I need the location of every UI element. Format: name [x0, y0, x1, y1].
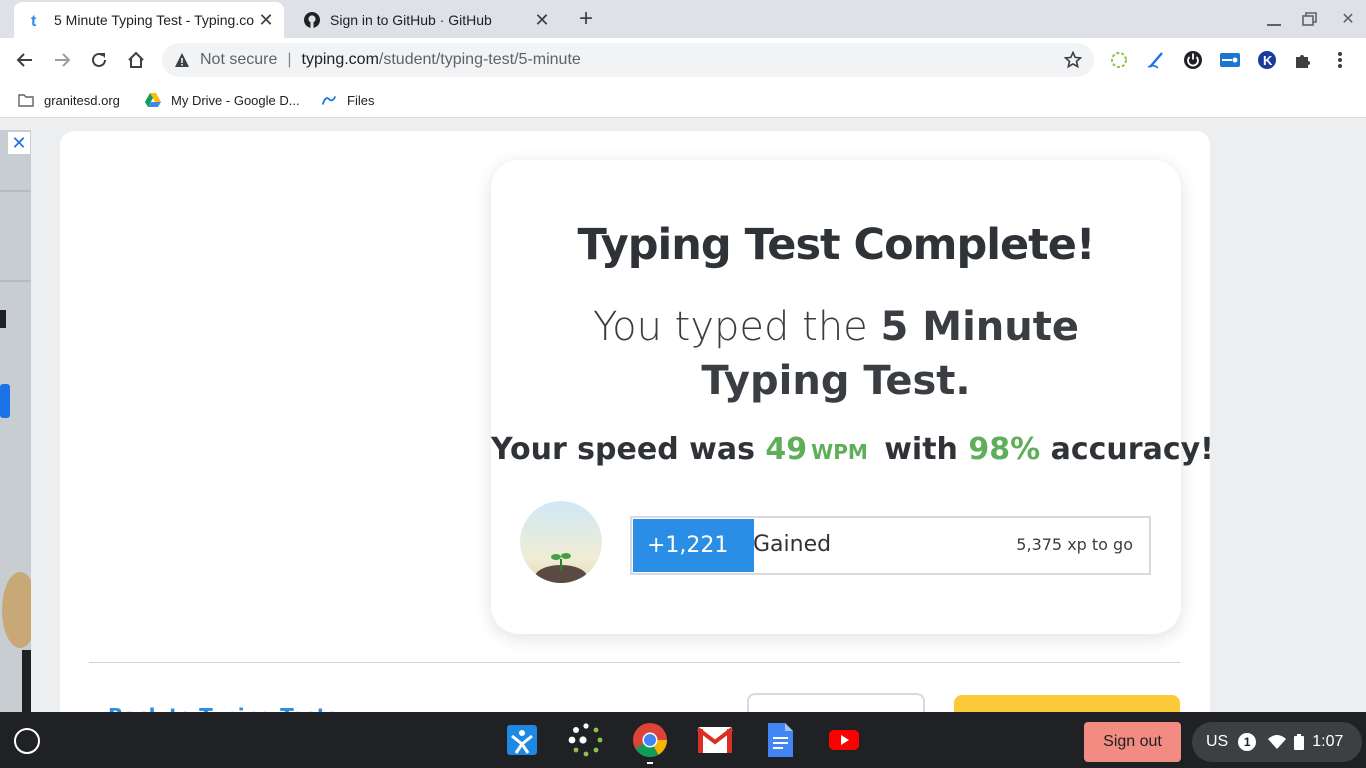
reload-icon[interactable]	[85, 46, 113, 74]
browser-menu-icon[interactable]	[1328, 48, 1352, 72]
forward-arrow-icon[interactable]	[48, 46, 76, 74]
bookmark-files[interactable]: Files	[321, 89, 374, 111]
os-shelf: Sign out US 1 1:07	[0, 712, 1366, 768]
close-window-icon[interactable]: ✕	[1336, 8, 1360, 32]
tab-title: Sign in to GitHub · GitHub	[330, 12, 492, 28]
security-status[interactable]: Not secure	[200, 51, 277, 69]
tab-github[interactable]: Sign in to GitHub · GitHub ✕	[290, 2, 560, 38]
url-path: /student/typing-test/5-minute	[378, 51, 581, 68]
section-divider	[89, 662, 1180, 663]
folder-icon	[18, 92, 34, 108]
minimize-icon[interactable]	[1262, 8, 1286, 32]
result-card: Typing Test Complete! You typed the 5 Mi…	[491, 160, 1214, 634]
close-tab-icon[interactable]: ✕	[254, 8, 278, 32]
google-drive-icon	[145, 92, 161, 108]
bookmark-granitesd[interactable]: granitesd.org	[18, 89, 120, 111]
restore-icon[interactable]	[1298, 8, 1322, 32]
extension-pen-icon[interactable]	[1144, 48, 1168, 72]
url-host: typing.com	[301, 51, 379, 68]
clock-time: 1:07	[1312, 733, 1344, 750]
warning-triangle-icon[interactable]	[174, 52, 190, 68]
result-title: Typing Test Complete!	[577, 220, 1096, 270]
bookmark-label: granitesd.org	[44, 92, 120, 108]
tab-title: 5 Minute Typing Test - Typing.com	[54, 12, 254, 28]
speed-summary: Your speed was 49 WPM with 98% accuracy!	[491, 432, 1214, 467]
xp-progress-fill: +1,221 XP	[633, 519, 754, 611]
level-avatar	[520, 501, 602, 583]
xp-gained-value: +1,221 XP	[647, 533, 729, 611]
sign-out-button[interactable]: Sign out	[1084, 722, 1181, 762]
extension-green-icon[interactable]	[1107, 48, 1131, 72]
chrome-icon[interactable]	[632, 722, 668, 758]
github-icon	[304, 12, 320, 28]
xp-gained-label: Gained	[753, 532, 832, 557]
tab-strip: t 5 Minute Typing Test - Typing.com ✕ Si…	[0, 0, 1366, 38]
extension-k-icon[interactable]: K	[1255, 48, 1279, 72]
xodo-icon[interactable]	[504, 722, 540, 758]
typed-test-line: You typed the 5 Minute Typing Test.	[521, 300, 1151, 408]
back-arrow-icon[interactable]	[11, 46, 39, 74]
speed-mid: with	[873, 432, 969, 467]
close-tab-icon[interactable]: ✕	[530, 8, 554, 32]
bookmark-my-drive[interactable]: My Drive - Google D...	[145, 89, 300, 111]
notification-count: 1	[1238, 733, 1257, 751]
wpm-value: 49	[765, 432, 808, 467]
svg-text:K: K	[1263, 53, 1273, 68]
battery-icon	[1294, 734, 1305, 750]
side-advertisement[interactable]	[0, 130, 38, 712]
youtube-icon[interactable]	[826, 722, 862, 758]
extensions-puzzle-icon[interactable]	[1291, 48, 1315, 72]
new-tab-button[interactable]: +	[572, 6, 600, 34]
launcher-circle-icon[interactable]	[14, 728, 40, 754]
files-icon	[321, 92, 337, 108]
typed-prefix: You typed the	[593, 304, 881, 350]
browser-toolbar: Not secure | typing.com/student/typing-t…	[0, 38, 1366, 82]
extension-card-icon[interactable]	[1218, 48, 1242, 72]
secondary-button[interactable]	[747, 693, 925, 712]
gmail-icon[interactable]	[697, 722, 733, 758]
tab-typing-test[interactable]: t 5 Minute Typing Test - Typing.com ✕	[14, 2, 284, 38]
google-docs-icon[interactable]	[762, 722, 798, 758]
primary-button[interactable]	[954, 695, 1180, 712]
loading-dots-icon[interactable]	[568, 722, 604, 758]
address-bar[interactable]: Not secure | typing.com/student/typing-t…	[162, 43, 1094, 77]
accuracy-value: 98%	[968, 432, 1041, 467]
status-tray[interactable]: US 1 1:07	[1192, 722, 1362, 762]
typing-t-icon: t	[28, 12, 44, 28]
url-separator: |	[287, 51, 292, 68]
home-icon[interactable]	[122, 46, 150, 74]
keyboard-layout: US	[1206, 733, 1229, 750]
power-icon[interactable]	[1181, 48, 1205, 72]
bookmark-label: My Drive - Google D...	[171, 92, 300, 108]
bookmark-star-icon[interactable]	[1062, 49, 1084, 71]
xp-progress-bar: +1,221 XP Gained 5,375 xp to go	[630, 516, 1151, 611]
speed-suffix: accuracy!	[1040, 432, 1214, 467]
xp-to-go: 5,375 xp to go	[1016, 535, 1133, 554]
back-to-tests-link[interactable]: Back to Typing Tests	[108, 704, 338, 712]
close-ad-icon[interactable]: ✕	[8, 132, 30, 154]
page-content: ✕ Typing Test Complete! You typed the 5 …	[0, 118, 1366, 712]
bookmarks-bar: granitesd.org My Drive - Google D... Fil…	[0, 82, 1366, 118]
svg-text:t: t	[31, 13, 37, 28]
speed-prefix: Your speed was	[491, 432, 766, 467]
wifi-icon	[1268, 734, 1287, 750]
bookmark-label: Files	[347, 92, 375, 108]
running-app-indicator	[647, 762, 653, 764]
wpm-unit: WPM	[811, 440, 868, 464]
